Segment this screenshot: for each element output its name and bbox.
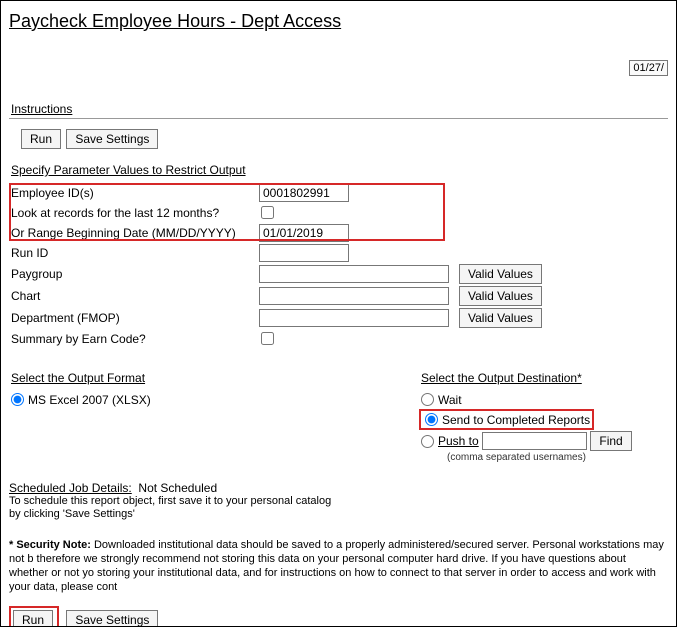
- range-begin-label: Or Range Beginning Date (MM/DD/YYYY): [9, 223, 257, 243]
- dest-send-completed-radio[interactable]: [425, 413, 438, 426]
- employee-id-input[interactable]: [259, 184, 349, 202]
- run-id-label: Run ID: [9, 243, 257, 263]
- scheduled-note-1: To schedule this report object, first sa…: [9, 495, 668, 508]
- page-title: Paycheck Employee Hours - Dept Access: [9, 11, 668, 32]
- date-display: 01/27/: [629, 60, 668, 76]
- find-button[interactable]: Find: [590, 431, 631, 451]
- divider: [9, 118, 668, 119]
- dest-push-to-label: Push to: [438, 434, 479, 448]
- dest-wait-label: Wait: [438, 393, 462, 407]
- save-settings-button-top[interactable]: Save Settings: [66, 129, 158, 149]
- scheduled-note-2: by clicking 'Save Settings': [9, 508, 668, 521]
- scheduled-status: Not Scheduled: [138, 481, 217, 495]
- paygroup-valid-values-button[interactable]: Valid Values: [459, 264, 542, 284]
- highlight-run-bottom: Run: [9, 606, 59, 627]
- employee-id-label: Employee ID(s): [9, 183, 257, 203]
- destination-header: Select the Output Destination*: [421, 371, 668, 385]
- run-button-bottom[interactable]: Run: [13, 610, 53, 627]
- run-id-input[interactable]: [259, 244, 349, 262]
- save-settings-button-bottom[interactable]: Save Settings: [66, 610, 158, 627]
- paygroup-label: Paygroup: [9, 263, 257, 285]
- dest-send-completed-label: Send to Completed Reports: [442, 413, 590, 427]
- chart-label: Chart: [9, 285, 257, 307]
- chart-input[interactable]: [259, 287, 449, 305]
- department-input[interactable]: [259, 309, 449, 327]
- security-note-bold: * Security Note:: [9, 539, 91, 551]
- scheduled-header: Scheduled Job Details:: [9, 481, 132, 495]
- output-format-xlsx-radio[interactable]: [11, 393, 24, 406]
- paygroup-input[interactable]: [259, 265, 449, 283]
- run-button-top[interactable]: Run: [21, 129, 61, 149]
- output-format-header: Select the Output Format: [11, 371, 409, 385]
- last12-checkbox[interactable]: [261, 206, 274, 219]
- summary-ec-label: Summary by Earn Code?: [9, 329, 257, 349]
- instructions-link[interactable]: Instructions: [11, 102, 668, 116]
- params-header: Specify Parameter Values to Restrict Out…: [11, 163, 668, 177]
- chart-valid-values-button[interactable]: Valid Values: [459, 286, 542, 306]
- dest-push-to-radio[interactable]: [421, 435, 434, 448]
- department-valid-values-button[interactable]: Valid Values: [459, 308, 542, 328]
- last12-label: Look at records for the last 12 months?: [9, 203, 257, 223]
- dest-hint: (comma separated usernames): [447, 452, 668, 463]
- dest-push-to-input[interactable]: [482, 432, 587, 450]
- highlight-send-completed: Send to Completed Reports: [419, 409, 594, 430]
- security-note-text: Downloaded institutional data should be …: [9, 539, 664, 592]
- range-begin-input[interactable]: [259, 224, 349, 242]
- dest-wait-radio[interactable]: [421, 393, 434, 406]
- output-format-xlsx-label: MS Excel 2007 (XLSX): [28, 393, 151, 407]
- summary-ec-checkbox[interactable]: [261, 332, 274, 345]
- department-label: Department (FMOP): [9, 307, 257, 329]
